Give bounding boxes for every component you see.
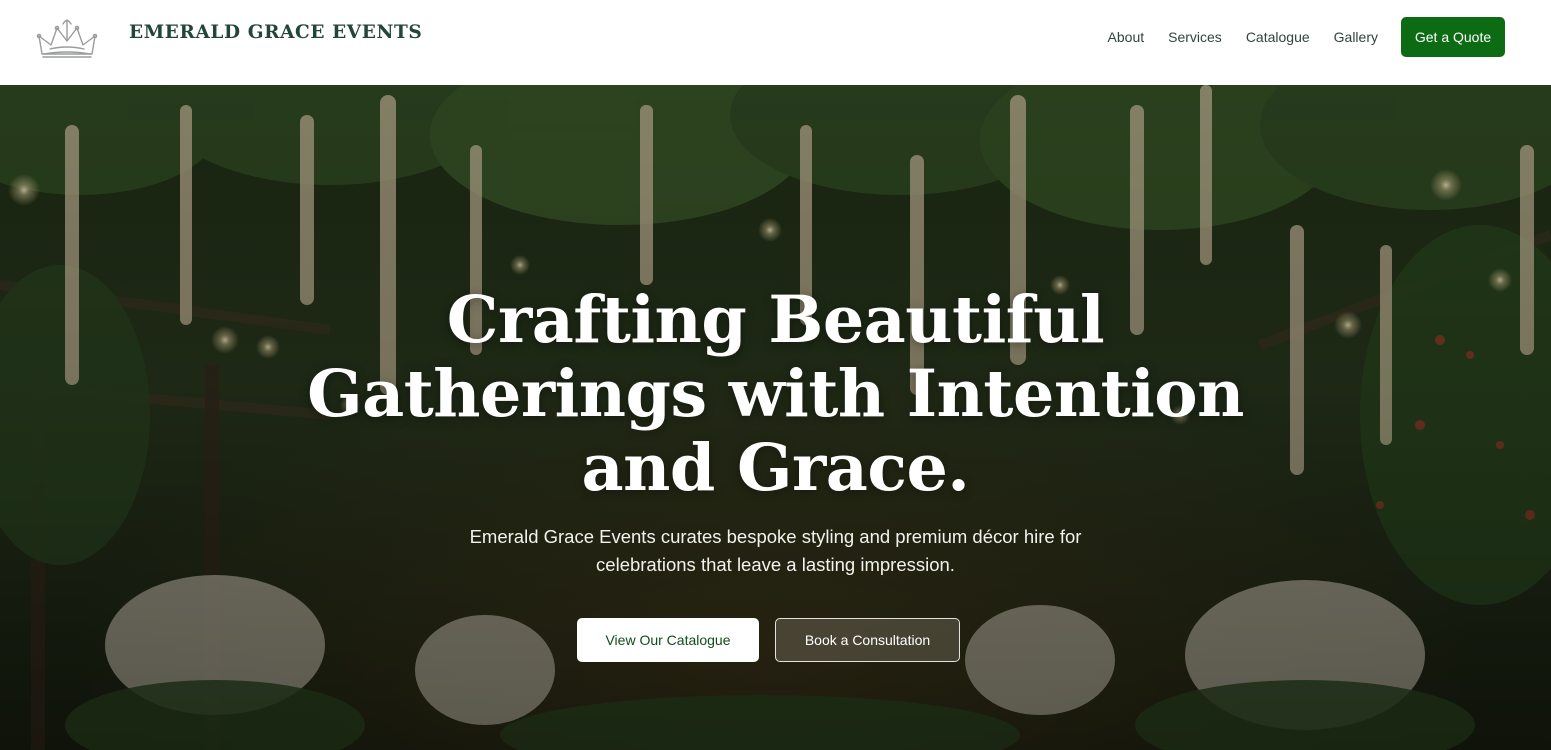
nav-catalogue[interactable]: Catalogue [1246,29,1310,45]
nav-services[interactable]: Services [1168,29,1222,45]
hero-section: Crafting Beautiful Gatherings with Inten… [0,85,1551,750]
hero-title-line-3: and Grace. [581,430,970,506]
hero-title-line-2: Gatherings with Intention [307,356,1244,432]
hero-subtitle: Emerald Grace Events curates bespoke sty… [420,523,1131,579]
view-catalogue-button[interactable]: View Our Catalogue [577,618,759,662]
hero-title-line-1: Crafting Beautiful [446,282,1105,358]
site-header: EMERALD GRACE EVENTS About Services Cata… [0,0,1551,85]
nav-gallery[interactable]: Gallery [1334,29,1378,45]
hero-content: Crafting Beautiful Gatherings with Inten… [0,85,1551,750]
book-consultation-button[interactable]: Book a Consultation [775,618,960,662]
hero-actions: View Our Catalogue Book a Consultation [577,618,960,662]
brand[interactable]: EMERALD GRACE EVENTS [36,14,422,58]
get-quote-button[interactable]: Get a Quote [1401,17,1505,57]
main-nav: About Services Catalogue Gallery Get a Q… [1108,17,1505,57]
brand-name[interactable]: EMERALD GRACE EVENTS [129,22,422,43]
crown-icon [36,19,98,58]
hero-subtitle-line-1: Emerald Grace Events curates bespoke sty… [469,526,1082,547]
hero-subtitle-line-2: celebrations that leave a lasting impres… [596,554,955,575]
nav-about[interactable]: About [1108,29,1145,45]
hero-title: Crafting Beautiful Gatherings with Inten… [300,283,1251,505]
